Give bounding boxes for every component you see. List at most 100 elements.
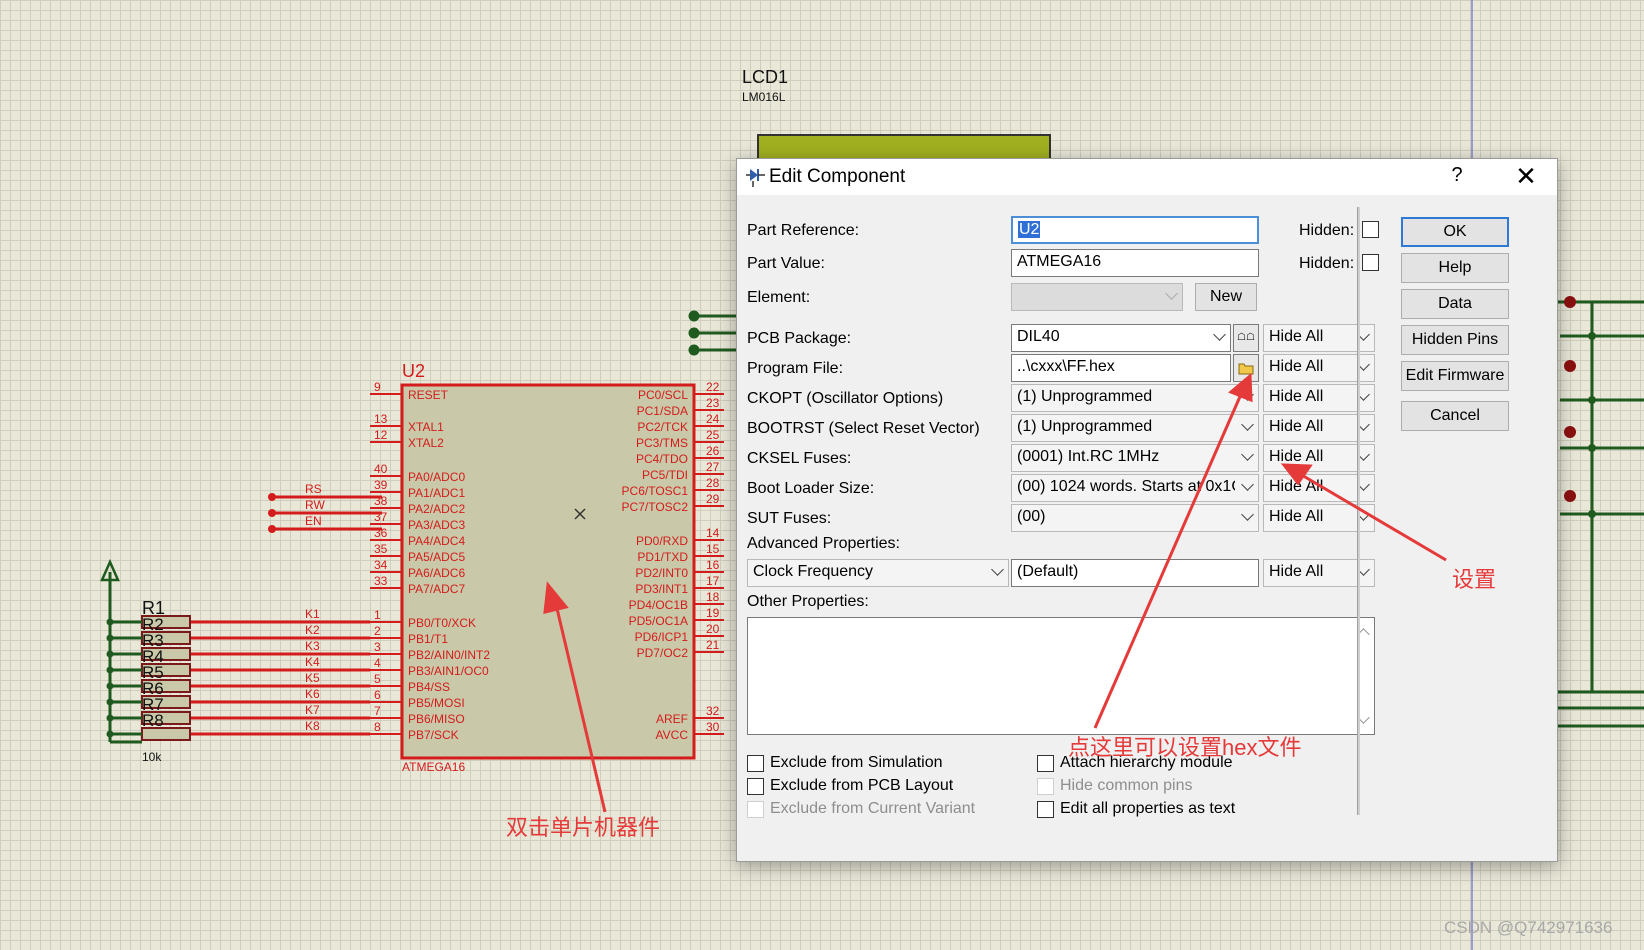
option-checkbox[interactable] — [747, 755, 764, 772]
property-value-select[interactable]: DIL40 — [1011, 324, 1231, 352]
binoculars-icon[interactable]: ☖☖ — [1233, 324, 1259, 352]
component-icon — [746, 169, 765, 187]
net-label-k: K6 — [305, 687, 320, 701]
mcu-pin-number: 6 — [374, 688, 381, 702]
mcu-pin-number: 8 — [374, 720, 381, 734]
mcu-pin-name: PC0/SCL — [638, 388, 688, 402]
mcu-pin-name: PA4/ADC4 — [408, 534, 465, 548]
option-checkbox[interactable] — [1037, 801, 1054, 818]
lcd-control-wires: RS RW EN — [268, 482, 382, 533]
mcu-pin-name: PB7/SCK — [408, 728, 459, 742]
mcu-pin-name: AREF — [656, 712, 688, 726]
mcu-pin-name: PB0/T0/XCK — [408, 616, 476, 630]
element-select[interactable] — [1011, 283, 1183, 311]
property-value-text: (00) 1024 words. Starts at 0x1C00 — [1017, 478, 1235, 495]
mcu-pin-name: PA6/ADC6 — [408, 566, 465, 580]
visibility-text: Hide All — [1269, 418, 1324, 435]
mcu-pin-name: PB3/AIN1/OC0 — [408, 664, 489, 678]
property-label: SUT Fuses: — [747, 510, 832, 527]
option-checkbox-label: Exclude from PCB Layout — [770, 777, 954, 794]
part-reference-hidden-checkbox[interactable] — [1362, 221, 1379, 238]
junction-dot — [106, 650, 114, 658]
property-label: BOOTRST (Select Reset Vector) — [747, 420, 980, 437]
mcu-pin-name: XTAL2 — [408, 436, 444, 450]
chevron-down-icon — [1241, 478, 1254, 491]
property-value-text: DIL40 — [1017, 328, 1060, 345]
visibility-text: Hide All — [1269, 388, 1324, 405]
advanced-property-select[interactable]: Clock Frequency — [747, 559, 1009, 587]
element-new-button[interactable]: New — [1195, 283, 1257, 311]
mcu-pin-name: PB2/AIN0/INT2 — [408, 648, 490, 662]
mcu-pin-number: 33 — [374, 574, 388, 588]
option-checkbox-label: Edit all properties as text — [1060, 800, 1236, 817]
junction-dot — [106, 730, 114, 738]
part-reference-input[interactable]: U2 — [1011, 216, 1259, 244]
mcu-pin-number: 21 — [706, 638, 720, 652]
property-label: Program File: — [747, 360, 844, 377]
part-value-hidden-checkbox[interactable] — [1362, 254, 1379, 271]
junction-dot — [106, 666, 114, 674]
lcd-value: LM016L — [742, 90, 786, 104]
mcu-pin-number: 22 — [706, 380, 720, 394]
folder-open-icon[interactable] — [1233, 354, 1259, 382]
data-button[interactable]: Data — [1401, 289, 1509, 319]
net-label-k: K1 — [305, 607, 320, 621]
property-value-text: (1) Unprogrammed — [1017, 418, 1153, 435]
mcu-pin-number: 27 — [706, 460, 720, 474]
other-properties-label: Other Properties: — [747, 593, 869, 610]
mcu-pin-number: 24 — [706, 412, 720, 426]
junction-dot — [106, 618, 114, 626]
option-checkbox-label: Exclude from Simulation — [770, 754, 943, 771]
mcu-pin-number: 19 — [706, 606, 720, 620]
cancel-button[interactable]: Cancel — [1401, 401, 1509, 431]
property-value-select[interactable]: (1) Unprogrammed — [1011, 414, 1259, 442]
property-value-select[interactable]: (1) Unprogrammed — [1011, 384, 1259, 412]
edit-firmware-button[interactable]: Edit Firmware — [1401, 361, 1509, 391]
part-reference-hidden-label: Hidden: — [1299, 222, 1355, 239]
junction-dot — [106, 634, 114, 642]
button-column-divider — [1357, 207, 1360, 815]
mcu-pin-name: PB4/SS — [408, 680, 450, 694]
mcu-pin-name: PC4/TDO — [636, 452, 688, 466]
property-value-text: (00) — [1017, 508, 1046, 525]
property-value-select[interactable]: (00) — [1011, 504, 1259, 532]
chevron-down-icon — [1241, 448, 1254, 461]
mcu-pin-number: 32 — [706, 704, 720, 718]
option-checkbox[interactable] — [1037, 755, 1054, 772]
net-label-rs: RS — [305, 482, 322, 496]
annotation-settings: 设置 — [1452, 567, 1497, 592]
ok-button[interactable]: OK — [1401, 217, 1509, 247]
mcu-pin-name: PC3/TMS — [636, 436, 688, 450]
net-label-k: K7 — [305, 703, 320, 717]
property-label: CKOPT (Oscillator Options) — [747, 390, 944, 407]
property-value-select[interactable]: (00) 1024 words. Starts at 0x1C00 — [1011, 474, 1259, 502]
mcu-pin-name: XTAL1 — [408, 420, 444, 434]
advanced-value-input[interactable]: (Default) — [1011, 559, 1259, 587]
other-properties-textarea[interactable] — [747, 617, 1375, 735]
mcu-pin-name: PB6/MISO — [408, 712, 465, 726]
close-icon[interactable]: ✕ — [1511, 161, 1541, 192]
part-value-hidden-label: Hidden: — [1299, 255, 1355, 272]
option-checkbox[interactable] — [747, 778, 764, 795]
resistor-label: R8 — [142, 711, 164, 730]
mcu-pin-number: 35 — [374, 542, 388, 556]
mcu-pin-number: 29 — [706, 492, 720, 506]
mcu-pin-number: 15 — [706, 542, 720, 556]
dialog-titlebar[interactable]: Edit Component ? ✕ — [737, 159, 1557, 195]
junction-dot — [106, 682, 114, 690]
mcu-pin-name: PC2/TCK — [637, 420, 688, 434]
resistor-pack: R1 R2R3R4R5R6R7R8 10k — [100, 558, 191, 764]
property-label: PCB Package: — [747, 330, 852, 347]
net-label-k: K5 — [305, 671, 320, 685]
help-button[interactable]: Help — [1401, 253, 1509, 283]
property-value-select[interactable]: (0001) Int.RC 1MHz — [1011, 444, 1259, 472]
hidden-pins-button[interactable]: Hidden Pins — [1401, 325, 1509, 355]
program-file-input[interactable]: ..\cxxx\FF.hex — [1011, 354, 1231, 382]
option-checkbox-label: Hide common pins — [1060, 777, 1193, 794]
part-value-input[interactable]: ATMEGA16 — [1011, 249, 1259, 277]
help-icon[interactable]: ? — [1445, 164, 1469, 187]
net-label-k: K4 — [305, 655, 320, 669]
advanced-properties-label: Advanced Properties: — [747, 535, 900, 552]
option-checkbox — [747, 801, 764, 818]
net-label-rw: RW — [305, 498, 325, 512]
